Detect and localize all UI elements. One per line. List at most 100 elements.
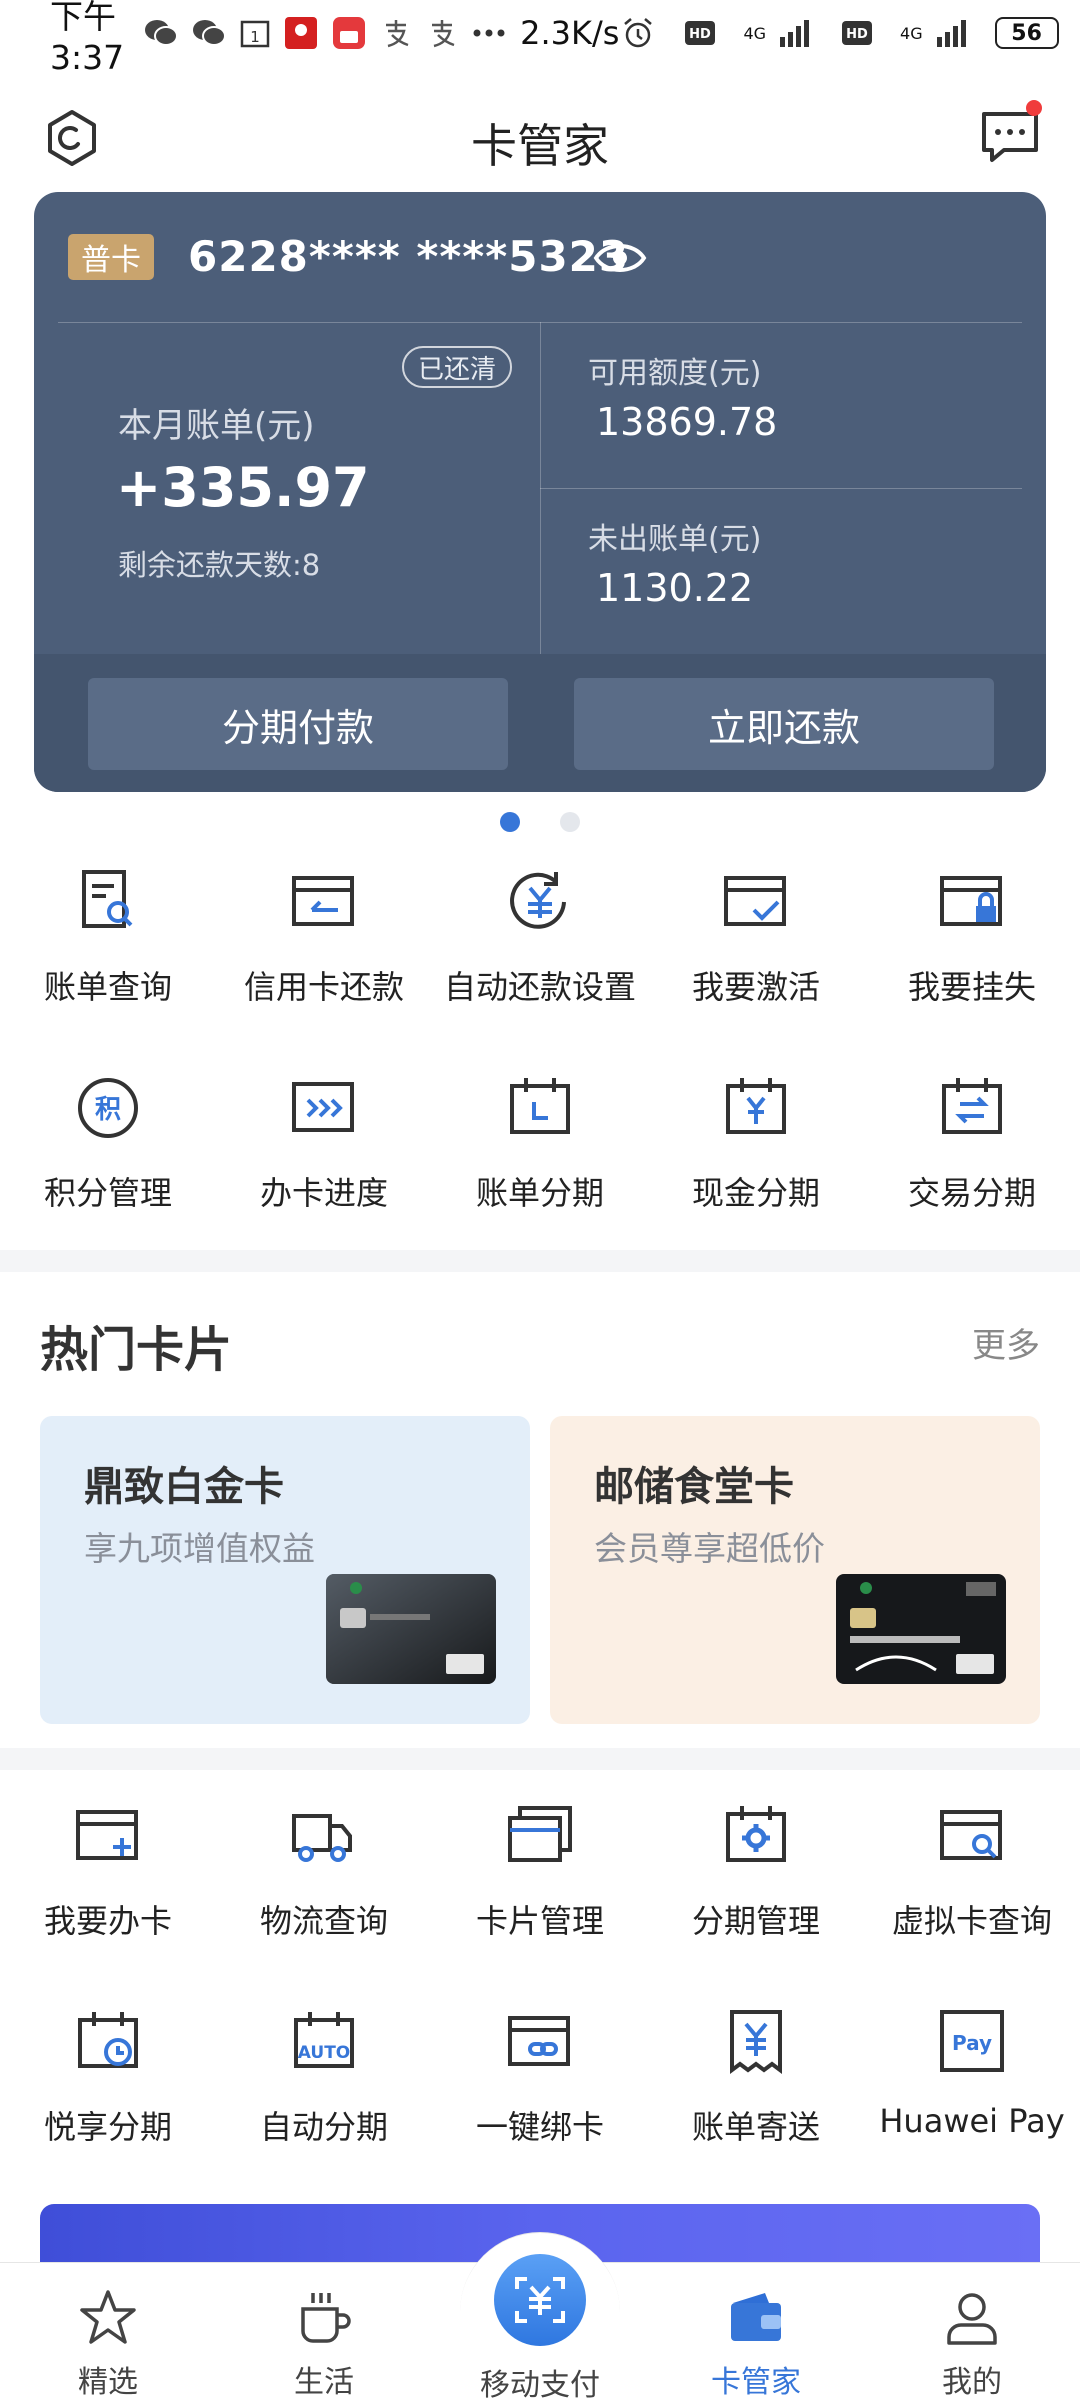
svg-text:HD: HD (846, 27, 868, 42)
signal-icon (776, 14, 814, 52)
card-activate-icon (720, 866, 792, 938)
carousel-indicator (0, 812, 1080, 832)
service-label: 悦享分期 (43, 2108, 172, 2146)
signal-icon (933, 14, 971, 52)
calendar-clock-icon (72, 2006, 144, 2078)
credit-card-summary: 普卡 6228**** ****5323 已还清 本月账单(元) +335.97… (34, 192, 1046, 792)
unbilled-label: 未出账单(元) (588, 522, 762, 557)
service-label: 我要挂失 (907, 968, 1036, 1006)
service-label: 卡片管理 (475, 1902, 604, 1940)
card-repay-icon (288, 866, 360, 938)
service-item-card-manage[interactable]: 卡片管理 (432, 1770, 648, 1976)
tab-card-manager[interactable]: 卡管家 (648, 2263, 864, 2401)
scan-pay-icon (515, 2277, 565, 2323)
tab-label: 生活 (294, 2365, 354, 2400)
service-label: 交易分期 (907, 1174, 1036, 1212)
service-item-card-activate[interactable]: 我要激活 (648, 836, 864, 1042)
card-image-platinum (326, 1574, 496, 1684)
tab-label: 卡管家 (711, 2365, 801, 2400)
hot-cards-title: 热门卡片 (40, 1322, 233, 1378)
network-type: 4G (900, 24, 923, 43)
star-icon (77, 2287, 139, 2349)
card-link-icon (504, 2006, 576, 2078)
service-item-huawei-pay[interactable]: Pay Huawei Pay (864, 1976, 1080, 2182)
status-time: 下午3:37 (50, 0, 125, 77)
calendar-icon: 1 (240, 14, 270, 52)
days-remaining: 剩余还款天数:8 (118, 548, 321, 582)
service-item-auto-repay[interactable]: 自动还款设置 (432, 836, 648, 1042)
service-label: 自动还款设置 (443, 968, 636, 1006)
svg-text:AUTO: AUTO (298, 2043, 351, 2063)
service-item-receipt[interactable]: 账单寄送 (648, 1976, 864, 2182)
service-item-bill-search[interactable]: 账单查询 (0, 836, 216, 1042)
tab-mine[interactable]: 我的 (864, 2263, 1080, 2401)
alarm-icon (619, 14, 657, 52)
auto-calendar-icon: AUTO (288, 2006, 360, 2078)
installment-settings-icon (720, 1800, 792, 1872)
paid-status-badge: 已还清 (402, 346, 513, 388)
promo-subtitle: 享九项增值权益 (84, 1529, 315, 1568)
app-icon-red (284, 14, 318, 52)
app-header: 卡管家 (0, 100, 1080, 180)
unbilled-amount[interactable]: 1130.22 (596, 566, 753, 610)
service-item-virtual-card-search[interactable]: 虚拟卡查询 (864, 1770, 1080, 1976)
service-item-cash-installment[interactable]: 现金分期 (648, 1042, 864, 1248)
service-item-apply-card[interactable]: 我要办卡 (0, 1770, 216, 1976)
app-icon-pay (332, 14, 366, 52)
service-item-bill-installment[interactable]: 账单分期 (432, 1042, 648, 1248)
service-label: 账单寄送 (691, 2108, 820, 2146)
service-grid-secondary: 我要办卡 物流查询 卡片管理 分期管理 虚拟卡查询悦享分期 AUTO 自动分期 一键绑卡 账单寄… (0, 1770, 1080, 2182)
installment-payment-button[interactable]: 分期付款 (88, 678, 508, 770)
mobile-pay-button[interactable] (494, 2254, 586, 2346)
service-item-points[interactable]: 积积分管理 (0, 1042, 216, 1248)
service-item-progress[interactable]: 办卡进度 (216, 1042, 432, 1248)
svg-text:1: 1 (250, 28, 260, 46)
available-credit-label: 可用额度(元) (588, 356, 762, 391)
wallet-icon (725, 2287, 787, 2349)
section-separator (0, 1250, 1080, 1272)
service-item-calendar-clock[interactable]: 悦享分期 (0, 1976, 216, 2182)
promo-card-canteen[interactable]: 邮储食堂卡 会员尊享超低价 (550, 1416, 1040, 1724)
network-speed: 2.3K/s (520, 14, 620, 52)
service-item-trade-installment[interactable]: 交易分期 (864, 1042, 1080, 1248)
carousel-dot[interactable] (500, 812, 520, 832)
carousel-dot[interactable] (560, 812, 580, 832)
service-item-auto-calendar[interactable]: AUTO 自动分期 (216, 1976, 432, 2182)
apply-card-icon (72, 1800, 144, 1872)
battery-level: 56 (1011, 20, 1042, 46)
alipay-icon (426, 14, 458, 52)
service-item-card-link[interactable]: 一键绑卡 (432, 1976, 648, 2182)
service-label: 我要办卡 (43, 1902, 172, 1940)
service-label: 物流查询 (259, 1902, 388, 1940)
service-item-truck[interactable]: 物流查询 (216, 1770, 432, 1976)
promo-card-platinum[interactable]: 鼎致白金卡 享九项增值权益 (40, 1416, 530, 1724)
user-icon (941, 2287, 1003, 2349)
huawei-pay-icon: Pay (936, 2006, 1008, 2078)
tab-label: 精选 (78, 2365, 138, 2400)
section-separator (0, 1748, 1080, 1770)
bill-amount[interactable]: +335.97 (116, 456, 370, 519)
more-link[interactable]: 更多 (972, 1318, 1040, 1367)
svg-text:积: 积 (95, 1095, 121, 1125)
service-item-card-lock[interactable]: 我要挂失 (864, 836, 1080, 1042)
tab-label: 我的 (942, 2365, 1002, 2400)
divider (540, 488, 1022, 489)
svg-text:Pay: Pay (952, 2031, 992, 2055)
service-item-card-repay[interactable]: 信用卡还款 (216, 836, 432, 1042)
service-label: 自动分期 (259, 2108, 388, 2146)
service-grid-primary: 账单查询 信用卡还款 自动还款设置 我要激活 我要挂失积积分管理 办卡进度 账单分期 现金分期… (0, 836, 1080, 1248)
status-bar: 下午3:37 1 2.3K/s HD 4G HD 4G 56 (0, 0, 1080, 77)
page-title: 卡管家 (471, 119, 609, 173)
tab-mobile-pay-label: 移动支付 (480, 2368, 600, 2403)
auto-repay-icon (504, 866, 576, 938)
tab-featured[interactable]: 精选 (0, 2263, 216, 2401)
service-item-installment-settings[interactable]: 分期管理 (648, 1770, 864, 1976)
cup-icon (293, 2287, 355, 2349)
notification-dot (1026, 100, 1042, 116)
repay-now-button[interactable]: 立即还款 (574, 678, 994, 770)
service-label: 信用卡还款 (243, 968, 404, 1006)
tab-life[interactable]: 生活 (216, 2263, 432, 2401)
service-label: 积分管理 (43, 1174, 172, 1212)
eye-icon[interactable] (592, 236, 648, 280)
service-label: 现金分期 (691, 1174, 820, 1212)
